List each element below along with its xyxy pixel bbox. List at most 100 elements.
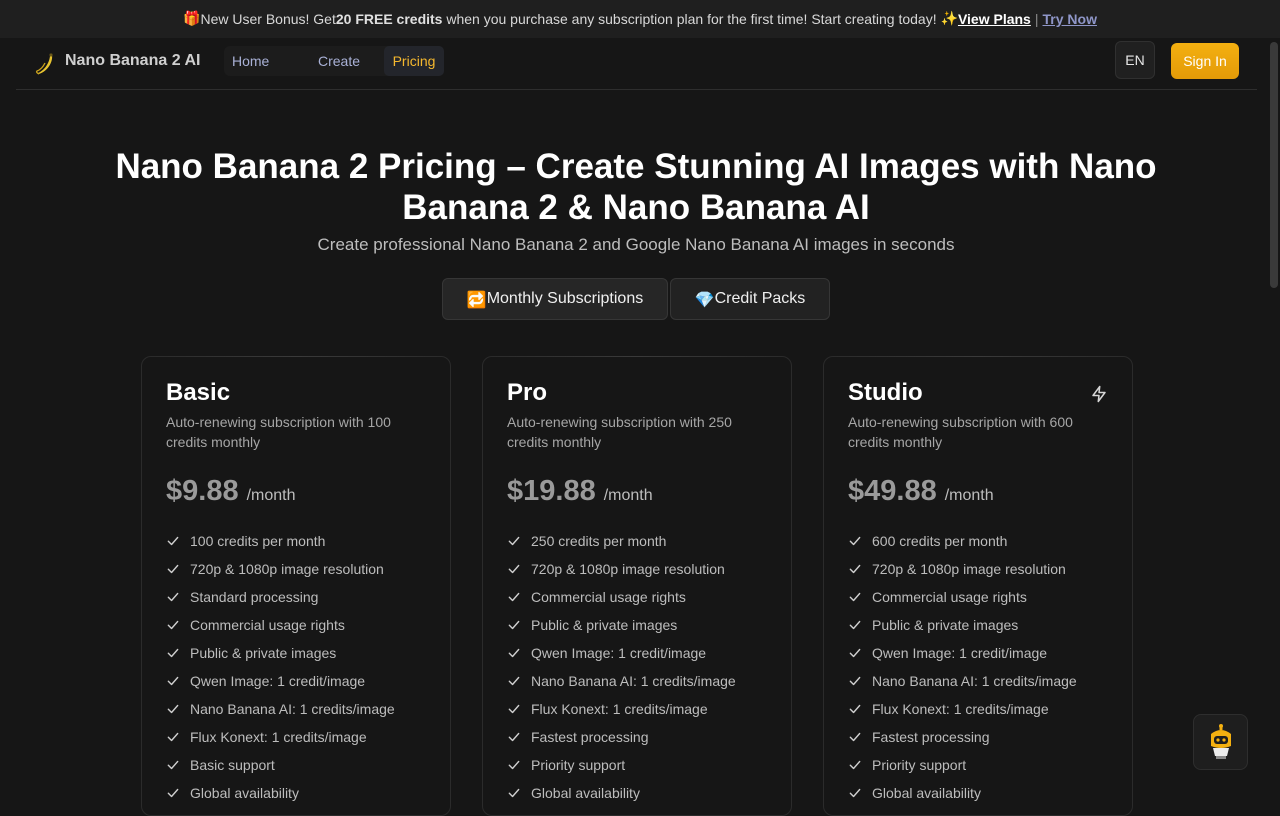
tab-credit-packs[interactable]: 💎 Credit Packs	[670, 278, 830, 320]
feature-list: 250 credits per month 720p & 1080p image …	[507, 527, 736, 807]
feature-item: 100 credits per month	[166, 527, 395, 555]
check-icon	[167, 788, 179, 798]
feature-item: 600 credits per month	[848, 527, 1077, 555]
feature-label: Priority support	[531, 757, 626, 773]
check-icon	[167, 704, 179, 714]
check-icon	[849, 564, 861, 574]
plan-description: Auto-renewing subscription with 600 cred…	[848, 414, 1073, 450]
view-plans-link[interactable]: View Plans	[958, 11, 1031, 27]
feature-item: Flux Konext: 1 credits/image	[507, 695, 736, 723]
feature-label: Commercial usage rights	[190, 617, 345, 633]
nav-pricing[interactable]: Pricing	[384, 46, 444, 76]
top-navigation: Nano Banana 2 AI Home Create Pricing EN …	[16, 38, 1257, 90]
nav-home[interactable]: Home	[224, 46, 294, 76]
check-icon	[508, 620, 520, 630]
plan-price: $9.88 /month	[166, 475, 296, 508]
feature-label: Public & private images	[872, 617, 1019, 633]
gift-icon: 🎁	[183, 11, 201, 27]
feature-label: 250 credits per month	[531, 533, 667, 549]
feature-item: Standard processing	[166, 583, 395, 611]
price-value: $49.88	[848, 475, 937, 507]
gem-icon: 💎	[694, 289, 715, 309]
feature-item: Commercial usage rights	[848, 583, 1077, 611]
feature-item: Priority support	[507, 751, 736, 779]
feature-label: 600 credits per month	[872, 533, 1008, 549]
feature-label: Priority support	[872, 757, 967, 773]
feature-item: 720p & 1080p image resolution	[507, 555, 736, 583]
feature-item: 250 credits per month	[507, 527, 736, 555]
robot-chat-icon	[1210, 724, 1231, 759]
feature-item: Nano Banana AI: 1 credits/image	[848, 667, 1077, 695]
check-icon	[167, 620, 179, 630]
feature-item: Qwen Image: 1 credit/image	[507, 639, 736, 667]
feature-label: 720p & 1080p image resolution	[190, 561, 384, 577]
feature-label: Public & private images	[190, 645, 337, 661]
feature-label: Standard processing	[190, 589, 319, 605]
repeat-icon: 🔁	[466, 289, 487, 309]
nav-create[interactable]: Create	[294, 46, 384, 76]
check-icon	[508, 704, 520, 714]
sign-in-button[interactable]: Sign In	[1171, 43, 1239, 79]
feature-item: 720p & 1080p image resolution	[848, 555, 1077, 583]
announcement-banner: 🎁 New User Bonus! Get 20 FREE credits wh…	[0, 0, 1280, 38]
banner-text-after: when you purchase any subscription plan …	[442, 11, 941, 27]
feature-item: Global availability	[848, 779, 1077, 807]
plan-name: Studio	[848, 379, 923, 406]
check-icon	[508, 592, 520, 602]
chat-widget-button[interactable]	[1193, 714, 1248, 770]
feature-item: Fastest processing	[848, 723, 1077, 751]
plan-price: $49.88 /month	[848, 475, 994, 508]
check-icon	[849, 592, 861, 602]
feature-item: Public & private images	[507, 611, 736, 639]
check-icon	[849, 620, 861, 630]
feature-item: Basic support	[166, 751, 395, 779]
plan-description: Auto-renewing subscription with 100 cred…	[166, 414, 391, 450]
check-icon	[167, 676, 179, 686]
plan-card-studio: Studio Auto-renewing subscription with 6…	[823, 356, 1133, 816]
main-nav: Home Create Pricing	[224, 46, 444, 76]
scrollbar[interactable]	[1268, 38, 1280, 800]
check-icon	[849, 676, 861, 686]
brand-name[interactable]: Nano Banana 2 AI	[65, 52, 200, 70]
try-now-link[interactable]: Try Now	[1043, 11, 1097, 27]
check-icon	[849, 648, 861, 658]
feature-label: Nano Banana AI: 1 credits/image	[531, 673, 736, 689]
feature-item: 720p & 1080p image resolution	[166, 555, 395, 583]
feature-label: 720p & 1080p image resolution	[531, 561, 725, 577]
price-period: /month	[246, 487, 296, 504]
page-title: Nano Banana 2 Pricing – Create Stunning …	[115, 147, 1157, 227]
feature-label: Nano Banana AI: 1 credits/image	[190, 701, 395, 717]
feature-label: Fastest processing	[531, 729, 649, 745]
check-icon	[508, 788, 520, 798]
tab-monthly-label: Monthly Subscriptions	[486, 290, 644, 307]
check-icon	[167, 592, 179, 602]
check-icon	[167, 760, 179, 770]
page-subtitle: Create professional Nano Banana 2 and Go…	[317, 235, 955, 254]
banner-bold-credits: 20 FREE credits	[335, 11, 443, 27]
feature-item: Flux Konext: 1 credits/image	[166, 723, 395, 751]
check-icon	[849, 788, 861, 798]
feature-label: Basic support	[190, 757, 275, 773]
feature-label: 100 credits per month	[190, 533, 326, 549]
tab-monthly-subscriptions[interactable]: 🔁 Monthly Subscriptions	[442, 278, 668, 320]
feature-label: Global availability	[531, 785, 640, 801]
check-icon	[849, 704, 861, 714]
feature-label: Global availability	[190, 785, 299, 801]
feature-item: Global availability	[507, 779, 736, 807]
banner-separator: |	[1034, 11, 1039, 27]
feature-item: Flux Konext: 1 credits/image	[848, 695, 1077, 723]
feature-label: Public & private images	[531, 617, 678, 633]
feature-item: Priority support	[848, 751, 1077, 779]
plan-name: Basic	[166, 379, 231, 406]
feature-label: Qwen Image: 1 credit/image	[872, 645, 1048, 661]
feature-item: Qwen Image: 1 credit/image	[848, 639, 1077, 667]
banner-text-before: New User Bonus! Get	[200, 11, 336, 27]
feature-list: 100 credits per month 720p & 1080p image …	[166, 527, 395, 807]
feature-label: Commercial usage rights	[531, 589, 686, 605]
language-button[interactable]: EN	[1115, 41, 1155, 79]
feature-label: Qwen Image: 1 credit/image	[190, 673, 366, 689]
tab-credits-label: Credit Packs	[714, 290, 806, 307]
banana-logo-icon[interactable]	[34, 53, 54, 75]
check-icon	[508, 536, 520, 546]
price-value: $9.88	[166, 475, 239, 507]
